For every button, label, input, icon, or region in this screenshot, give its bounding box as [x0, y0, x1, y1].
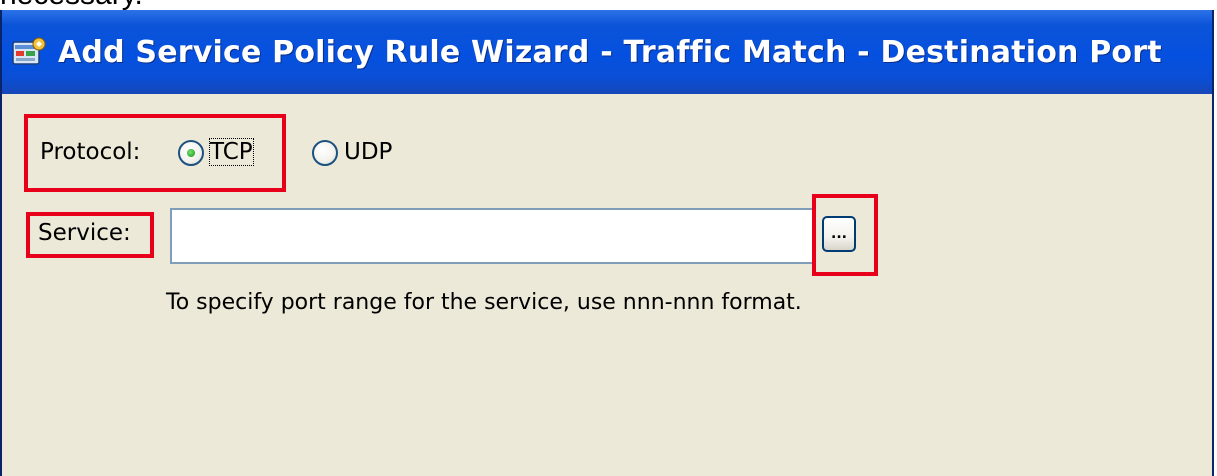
udp-radio[interactable]: [312, 140, 338, 166]
asdm-wizard-icon: [12, 37, 46, 65]
tcp-radio-selected-dot: [187, 149, 195, 157]
port-range-hint: To specify port range for the service, u…: [166, 290, 802, 315]
window-title: Add Service Policy Rule Wizard - Traffic…: [58, 34, 1162, 70]
service-browse-button[interactable]: ...: [822, 216, 856, 252]
wizard-content: Protocol: TCP UDP Service: ... To specif…: [2, 94, 1212, 476]
tcp-radio-label[interactable]: TCP: [209, 138, 254, 166]
tcp-radio[interactable]: [178, 140, 204, 166]
udp-radio-label[interactable]: UDP: [344, 139, 392, 165]
window-titlebar[interactable]: Add Service Policy Rule Wizard - Traffic…: [2, 10, 1212, 94]
protocol-label-text: Protocol:: [40, 139, 141, 165]
service-input[interactable]: [170, 208, 814, 264]
service-label: Service:: [38, 220, 131, 246]
wizard-window: Add Service Policy Rule Wizard - Traffic…: [0, 10, 1214, 476]
